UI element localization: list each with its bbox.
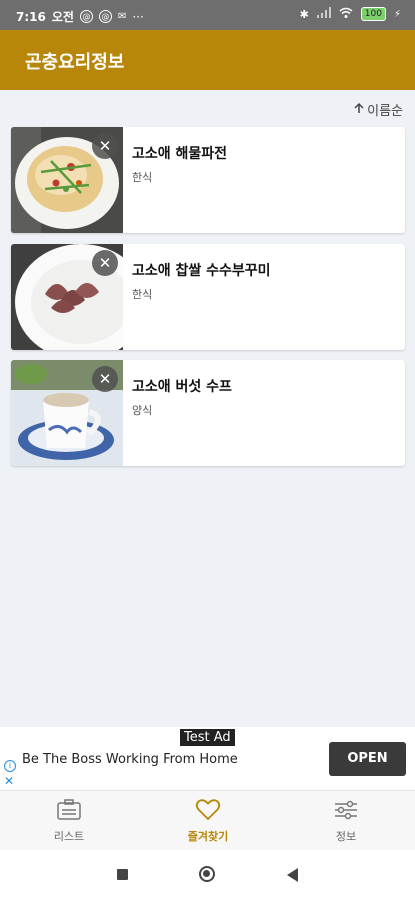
ad-text: Be The Boss Working From Home [22,752,238,767]
item-category: 한식 [132,288,153,301]
arrow-up-icon [353,102,365,118]
item-category: 한식 [132,171,153,184]
wifi-icon [339,7,353,21]
status-bar: 7:16 오전 @ @ ✉ ··· ✱ 100 ⚡ [0,0,415,30]
more-notifications-icon: ··· [132,9,144,24]
item-title: 고소애 버섯 수프 [132,379,232,395]
status-ampm: 오전 [51,10,74,24]
remove-favorite-button[interactable]: ✕ [92,250,118,276]
battery-icon: 100 [360,7,386,21]
tab-list[interactable]: 리스트 [19,799,119,844]
list-item[interactable]: ✕ 고소애 찹쌀 수수부꾸미 한식 [11,244,405,350]
heart-icon [195,799,221,824]
status-left: 7:16 오전 @ @ ✉ ··· [16,8,144,25]
list-item[interactable]: ✕ 고소애 버섯 수프 양식 [11,360,405,466]
sort-label: 이름순 [367,104,403,119]
close-icon: ✕ [98,254,112,272]
system-nav-bar [0,850,415,900]
status-time: 7:16 [16,9,46,24]
close-icon: ✕ [98,370,112,388]
home-button[interactable] [199,866,215,882]
list-item[interactable]: ✕ 고소애 해물파전 한식 [11,127,405,233]
ad-banner[interactable]: Test Ad i ✕ Be The Boss Working From Hom… [0,727,415,790]
bluetooth-icon: ✱ [299,7,309,21]
settings-sliders-icon [333,800,359,824]
remove-favorite-button[interactable]: ✕ [92,366,118,392]
ad-tag: Test Ad [180,729,235,746]
item-title: 고소애 찹쌀 수수부꾸미 [132,263,271,279]
notification-icon: @ [98,10,112,23]
list-icon [56,799,82,824]
bottom-nav: 리스트 즐겨찾기 정보 [0,790,415,851]
app-bar: 곤충요리정보 [0,30,415,90]
ad-close-icon[interactable]: ✕ [4,774,14,788]
tab-favorites[interactable]: 즐겨찾기 [158,799,258,844]
item-category: 양식 [132,404,153,417]
close-icon: ✕ [98,137,112,155]
sort-button[interactable]: 이름순 [353,100,403,119]
signal-icon [316,7,331,21]
status-right: ✱ 100 ⚡ [300,7,401,21]
item-title: 고소애 해물파전 [132,146,228,162]
ad-open-button[interactable]: OPEN [329,742,406,776]
tab-label: 즐겨찾기 [187,830,229,843]
app-title: 곤충요리정보 [25,52,125,73]
back-button[interactable] [287,868,298,882]
ad-info-icon[interactable]: i [4,760,16,772]
charging-icon: ⚡ [393,8,401,20]
recent-apps-button[interactable] [117,869,128,880]
tab-label: 리스트 [53,830,85,843]
mail-icon: ✉ [117,11,127,22]
tab-info[interactable]: 정보 [296,799,396,844]
notification-icon: @ [79,10,93,23]
tab-label: 정보 [335,830,357,843]
remove-favorite-button[interactable]: ✕ [92,133,118,159]
